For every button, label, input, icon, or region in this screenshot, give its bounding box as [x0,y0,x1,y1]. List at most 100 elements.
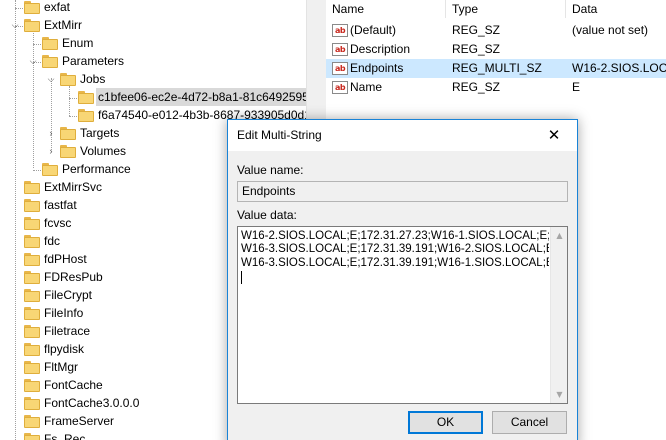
value-name: Endpoints [350,61,404,75]
tree-item-label: ExtMirr [44,18,82,32]
string-value-icon: ab [332,43,348,56]
folder-icon [24,433,40,440]
tree-item-jobs[interactable]: ⌵ Jobs [0,70,306,88]
edit-multi-string-dialog[interactable]: Edit Multi-String ✕ Value name: Endpoint… [227,119,578,440]
scroll-down-icon[interactable]: ▼ [551,386,567,403]
tree-item-label: exfat [44,0,71,14]
tree-item-label: Targets [80,126,120,140]
folder-icon [24,199,40,212]
folder-icon [24,1,40,14]
folder-icon [24,181,40,194]
folder-icon [24,343,40,356]
value-type: REG_SZ [452,23,501,37]
value-type: REG_SZ [452,42,501,56]
tree-item-label: flpydisk [44,342,85,356]
tree-item-label: Filetrace [44,324,91,338]
column-header-name[interactable]: Name [326,0,446,18]
tree-item-label: Jobs [80,72,106,86]
ok-button[interactable]: OK [408,411,483,434]
value-data: E [572,80,581,94]
folder-icon [24,271,40,284]
value-name-field: Endpoints [237,181,568,202]
tree-item-label: FileCrypt [44,288,93,302]
tree-item-label: Volumes [80,144,127,158]
tree-item-label: fdc [44,234,61,248]
value-data-line: W16-2.SIOS.LOCAL;E;172.31.27.23;W16-1.SI… [241,230,549,242]
chevron-right-icon[interactable]: › [46,145,56,157]
value-row-endpoints[interactable]: ab Endpoints REG_MULTI_SZ W16-2.SIOS.LOC… [326,59,666,78]
value-data-scrollbar[interactable]: ▲ ▼ [550,227,567,403]
column-header-type[interactable]: Type [446,0,566,18]
folder-icon [60,145,76,158]
tree-item-enum[interactable]: Enum [0,34,306,52]
folder-icon [24,397,40,410]
folder-icon [24,415,40,428]
tree-item-label: FontCache3.0.0.0 [44,396,140,410]
cancel-button[interactable]: Cancel [492,411,567,434]
folder-open-icon [24,19,40,32]
folder-open-icon [42,55,58,68]
dialog-title: Edit Multi-String [237,128,322,142]
folder-icon [24,379,40,392]
tree-item-parameters[interactable]: ⌵ Parameters [0,52,306,70]
text-caret [241,271,242,284]
value-data: W16-2.SIOS.LOCAL [572,61,666,75]
chevron-down-icon[interactable]: ⌵ [28,55,38,67]
value-data-line: W16-3.SIOS.LOCAL;E;172.31.39.191;W16-2.S… [241,243,549,256]
value-data-textarea[interactable]: W16-2.SIOS.LOCAL;E;172.31.27.23;W16-1.SI… [237,226,568,404]
tree-item-label: c1bfee06-ec2e-4d72-b8a1-81c64925954 [96,88,306,106]
close-icon[interactable]: ✕ [531,120,577,151]
value-data-line: W16-3.SIOS.LOCAL;E;172.31.39.191;W16-1.S… [241,256,549,269]
folder-icon [24,253,40,266]
tree-item-label: Enum [62,36,94,50]
folder-icon [78,109,94,122]
tree-item-label: FDResPub [44,270,103,284]
value-data-label: Value data: [237,208,297,222]
chevron-right-icon[interactable]: › [46,127,56,139]
folder-icon [24,289,40,302]
value-row-name[interactable]: ab Name REG_SZ E [326,78,666,97]
folder-icon [24,235,40,248]
tree-item-label: FltMgr [44,360,78,374]
folder-icon [60,127,76,140]
value-data-text: W16-2.SIOS.LOCAL;E;172.31.27.23;W16-1.SI… [241,230,549,270]
folder-open-icon [60,73,76,86]
folder-icon [24,361,40,374]
value-type: REG_SZ [452,80,501,94]
value-name: Description [350,42,411,56]
value-type: REG_MULTI_SZ [452,61,542,75]
tree-item-label: fdPHost [44,252,87,266]
tree-item-extmirr[interactable]: ⌵ ExtMirr [0,16,306,34]
chevron-down-icon[interactable]: ⌵ [46,73,56,85]
value-row-description[interactable]: ab Description REG_SZ [326,40,666,59]
tree-item-label: Performance [62,162,131,176]
tree-item-label: fastfat [44,198,77,212]
tree-item-label: fcvsc [44,216,72,230]
column-header-data[interactable]: Data [566,0,666,18]
folder-icon [78,91,94,104]
scroll-up-icon[interactable]: ▲ [551,227,567,244]
value-name: Name [350,80,383,94]
tree-item-exfat[interactable]: exfat [0,0,306,16]
tree-item-label: FrameServer [44,414,115,428]
value-row-default[interactable]: ab (Default) REG_SZ (value not set) [326,21,666,40]
chevron-down-icon[interactable]: ⌵ [10,19,20,31]
tree-item-label: Fs_Rec [44,432,86,440]
tree-item-label: FontCache [44,378,103,392]
value-data [572,40,666,59]
folder-icon [24,307,40,320]
value-name-label: Value name: [237,163,304,177]
tree-item-label: FileInfo [44,306,84,320]
folder-icon [42,37,58,50]
tree-item-label: ExtMirrSvc [44,180,102,194]
string-value-icon: ab [332,62,348,75]
dialog-titlebar[interactable]: Edit Multi-String ✕ [228,120,577,151]
value-name: (Default) [350,23,397,37]
string-value-icon: ab [332,81,348,94]
tree-item-label: Parameters [62,54,125,68]
folder-icon [24,217,40,230]
tree-item-job-c1bfee06[interactable]: c1bfee06-ec2e-4d72-b8a1-81c64925954 [0,88,306,106]
folder-icon [42,163,58,176]
value-data: (value not set) [572,23,649,37]
folder-icon [24,325,40,338]
